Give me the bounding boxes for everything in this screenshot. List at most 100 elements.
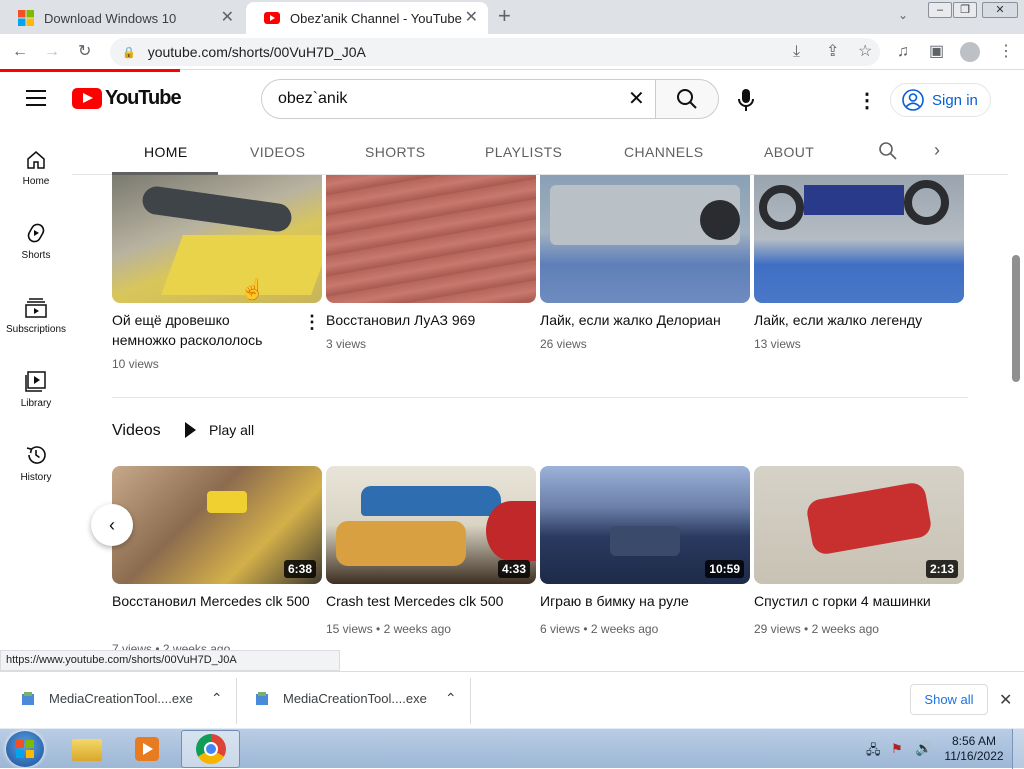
clear-search-icon[interactable]: ✕: [628, 86, 645, 111]
tab-download-windows[interactable]: Download Windows 10 ✕: [0, 2, 244, 34]
short-thumbnail[interactable]: [540, 175, 750, 303]
video-title[interactable]: Играю в бимку на руле: [540, 591, 740, 611]
short-title[interactable]: Лайк, если жалко Делориан: [540, 310, 740, 330]
chrome-menu-icon[interactable]: ⋮: [998, 42, 1014, 62]
short-thumbnail[interactable]: [326, 175, 536, 303]
tab-shorts[interactable]: SHORTS: [365, 144, 426, 160]
download-item[interactable]: MediaCreationTool....exe ⌃: [254, 690, 457, 707]
short-thumbnail[interactable]: [754, 175, 964, 303]
download-item[interactable]: MediaCreationTool....exe ⌃: [20, 690, 223, 707]
media-player-taskbar-icon[interactable]: [128, 733, 166, 765]
sidebar-item-history[interactable]: History: [0, 444, 72, 483]
sidebar-item-subscriptions[interactable]: Subscriptions: [0, 296, 72, 335]
media-controls-icon[interactable]: ♫: [897, 42, 909, 62]
video-thumbnail[interactable]: 2:13: [754, 466, 964, 584]
tab-playlists[interactable]: PLAYLISTS: [485, 144, 562, 160]
action-center-tray-icon[interactable]: ⚑: [891, 741, 903, 757]
tab-home[interactable]: HOME: [144, 144, 188, 160]
microphone-icon[interactable]: [737, 88, 755, 112]
video-meta: 6 views • 2 weeks ago: [540, 622, 659, 636]
show-all-downloads-button[interactable]: Show all: [910, 684, 988, 715]
video-thumbnail[interactable]: 4:33: [326, 466, 536, 584]
close-download-shelf-icon[interactable]: ✕: [999, 690, 1012, 710]
hand-cursor-icon: ☝: [240, 279, 265, 301]
tab-search-chevron-icon[interactable]: ⌄: [898, 8, 908, 22]
back-arrow-icon[interactable]: ←: [12, 42, 28, 62]
sidebar-item-library[interactable]: Library: [0, 370, 72, 409]
short-views: 10 views: [112, 357, 159, 371]
tab-youtube-channel[interactable]: Obez'anik Channel - YouTube ✕: [246, 2, 488, 34]
video-title[interactable]: Crash test Mercedes clk 500: [326, 591, 526, 611]
chevron-up-icon[interactable]: ⌃: [211, 690, 223, 707]
channel-search-icon[interactable]: [878, 141, 898, 161]
install-app-icon[interactable]: ⤓: [793, 42, 800, 62]
tab-videos[interactable]: VIDEOS: [250, 144, 305, 160]
minimize-button[interactable]: –: [928, 2, 952, 18]
subscriptions-icon: [25, 298, 47, 318]
download-filename: MediaCreationTool....exe: [283, 691, 427, 706]
address-url: youtube.com/shorts/00VuH7D_J0A: [147, 44, 366, 60]
new-tab-button[interactable]: +: [498, 5, 511, 27]
short-title[interactable]: Ой ещё дровешко немножко раскололось: [112, 310, 292, 350]
more-actions-icon[interactable]: ⋮: [303, 312, 321, 333]
account-circle-icon: [902, 89, 924, 111]
show-desktop-button[interactable]: [1012, 729, 1024, 769]
section-divider: [112, 397, 968, 398]
settings-more-icon[interactable]: ⋮: [857, 88, 877, 113]
short-title[interactable]: Лайк, если жалко легенду: [754, 310, 954, 330]
reload-icon[interactable]: ↻: [78, 42, 91, 62]
restore-button[interactable]: ❐: [953, 2, 977, 18]
short-thumbnail[interactable]: [112, 175, 322, 303]
short-views: 26 views: [540, 337, 587, 351]
short-title[interactable]: Восстановил ЛуАЗ 969: [326, 310, 526, 330]
download-filename: MediaCreationTool....exe: [49, 691, 193, 706]
share-icon[interactable]: ⇪: [826, 42, 839, 62]
system-clock[interactable]: 8:56 AM 11/16/2022: [944, 734, 1004, 764]
search-input[interactable]: obez`anik ✕: [261, 79, 656, 119]
video-duration: 6:38: [283, 560, 316, 578]
youtube-favicon-icon: [264, 12, 280, 24]
play-all-button[interactable]: Play all: [182, 421, 254, 439]
file-explorer-taskbar-icon[interactable]: [68, 733, 106, 765]
tab-title: Obez'anik Channel - YouTube: [290, 10, 462, 26]
video-title[interactable]: Спустил с горки 4 машинки: [754, 591, 954, 611]
tab-channels[interactable]: CHANNELS: [624, 144, 703, 160]
forward-arrow-icon[interactable]: →: [44, 42, 60, 62]
video-title[interactable]: Восстановил Mercedes clk 500: [112, 591, 312, 611]
clock-date: 11/16/2022: [944, 749, 1004, 763]
video-duration: 4:33: [497, 560, 530, 578]
video-thumbnail[interactable]: 6:38: [112, 466, 322, 584]
search-button[interactable]: [655, 79, 719, 119]
carousel-previous-button[interactable]: ‹: [91, 504, 133, 546]
close-tab-icon[interactable]: ✕: [465, 9, 478, 27]
network-tray-icon[interactable]: 🖧: [866, 741, 881, 763]
youtube-logo[interactable]: YouTube: [72, 87, 182, 110]
hamburger-menu-icon[interactable]: [26, 90, 46, 106]
page-scrollbar-thumb[interactable]: [1012, 255, 1020, 382]
sidebar-item-shorts[interactable]: Shorts: [0, 222, 72, 261]
browser-toolbar: ← → ↻ 🔒 youtube.com/shorts/00VuH7D_J0A ⤓…: [0, 34, 1024, 70]
bookmark-star-icon[interactable]: ☆: [858, 42, 872, 62]
close-tab-icon[interactable]: ✕: [221, 9, 234, 27]
chrome-taskbar-icon[interactable]: [181, 730, 240, 768]
volume-tray-icon[interactable]: 🔊: [915, 740, 932, 757]
sidebar-item-home[interactable]: Home: [0, 150, 72, 187]
video-thumbnail[interactable]: 10:59: [540, 466, 750, 584]
videos-section-heading: Videos: [112, 422, 161, 439]
lock-icon: 🔒: [122, 46, 136, 59]
video-meta: 29 views • 2 weeks ago: [754, 622, 879, 636]
chevron-right-icon[interactable]: ›: [934, 140, 940, 161]
sign-in-button[interactable]: Sign in: [890, 83, 991, 117]
profile-avatar[interactable]: [960, 42, 980, 62]
chevron-up-icon[interactable]: ⌃: [445, 690, 457, 707]
download-divider: [236, 678, 237, 724]
tab-about[interactable]: ABOUT: [764, 144, 814, 160]
close-window-button[interactable]: ✕: [982, 2, 1018, 18]
windows-logo-icon: [18, 10, 34, 26]
address-bar[interactable]: 🔒 youtube.com/shorts/00VuH7D_J0A: [110, 38, 880, 66]
windows-taskbar: 🖧 ⚑ 🔊 8:56 AM 11/16/2022: [0, 728, 1024, 769]
side-panel-icon[interactable]: ▣: [929, 42, 944, 62]
short-views: 13 views: [754, 337, 801, 351]
short-views: 3 views: [326, 337, 367, 351]
start-button[interactable]: [6, 731, 44, 767]
